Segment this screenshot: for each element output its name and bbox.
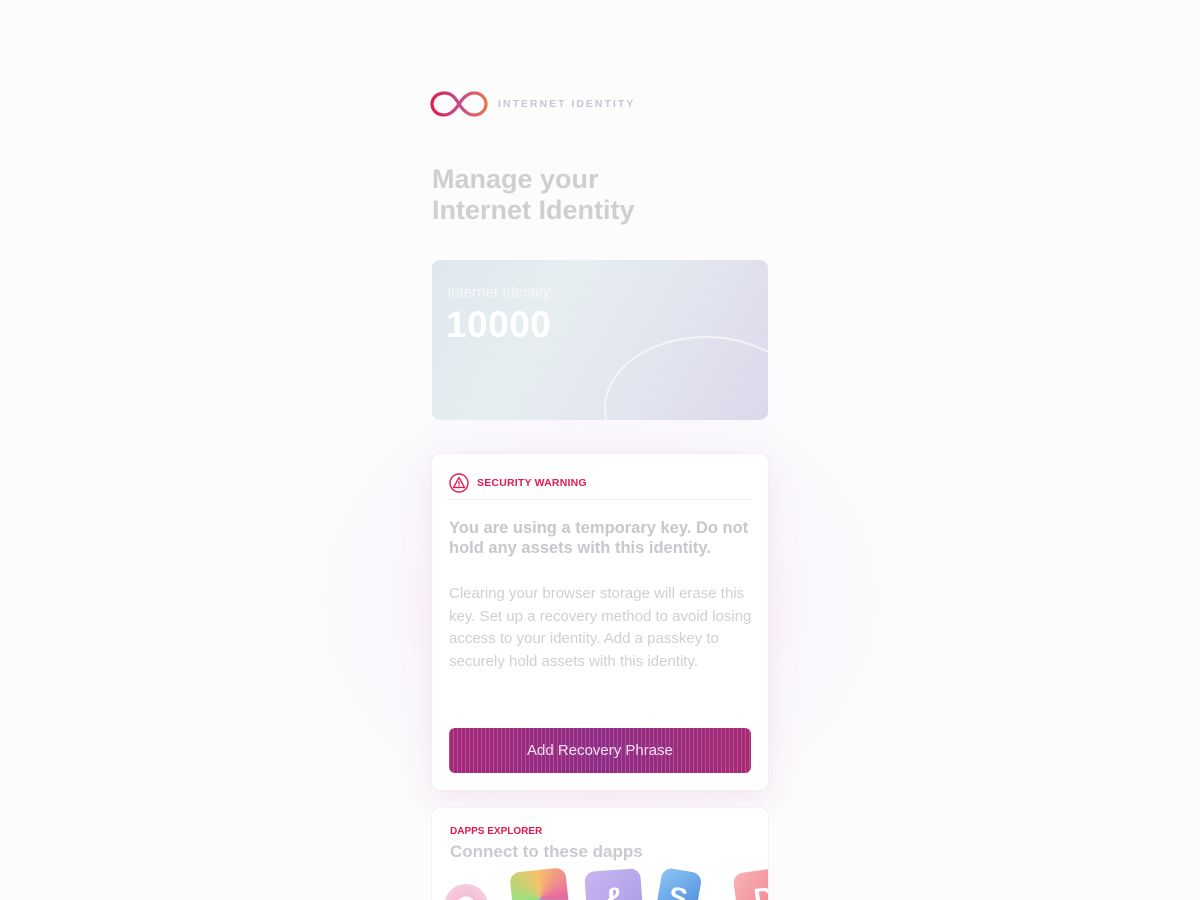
dapp-logo-icon[interactable] xyxy=(509,867,571,900)
add-recovery-phrase-button[interactable]: Add Recovery Phrase xyxy=(449,728,751,773)
dapps-explorer-tag: DAPPS EXPLORER xyxy=(450,826,543,837)
infinity-icon xyxy=(430,91,488,117)
dapp-glyph-icon: ℓ xyxy=(606,881,622,900)
dapp-logo-icon[interactable]: ℓ xyxy=(584,868,644,900)
identity-card: Internet Identity: 10000 xyxy=(432,260,768,420)
security-warning-tag: SECURITY WARNING xyxy=(477,477,587,489)
dapp-logo-icon[interactable] xyxy=(444,884,488,900)
identity-label: Internet Identity: xyxy=(447,284,555,301)
brand-text: INTERNET IDENTITY xyxy=(498,98,636,110)
page-title-line-1: Manage your xyxy=(432,164,599,194)
dapp-glyph-icon: S xyxy=(666,880,690,900)
page: INTERNET IDENTITY Manage your Internet I… xyxy=(0,0,1200,900)
brand-header[interactable]: INTERNET IDENTITY xyxy=(430,88,635,120)
dapps-explorer-card: DAPPS EXPLORER Connect to these dapps ℓ … xyxy=(432,808,768,900)
page-title: Manage your Internet Identity xyxy=(432,164,635,226)
dapps-explorer-title: Connect to these dapps xyxy=(450,842,643,861)
security-warning-header: SECURITY WARNING xyxy=(449,467,751,500)
identity-number: 10000 xyxy=(446,304,552,345)
page-title-line-2: Internet Identity xyxy=(432,195,635,225)
security-warning-body: Clearing your browser storage will erase… xyxy=(449,585,752,670)
dapp-logo-icon[interactable]: S xyxy=(653,866,703,900)
dapp-glyph-icon: D xyxy=(751,880,768,900)
dapp-logo-icon[interactable]: D xyxy=(732,866,768,900)
security-warning-card: SECURITY WARNING You are using a tempora… xyxy=(432,454,768,790)
warning-triangle-icon xyxy=(449,473,469,493)
card-decoration xyxy=(604,336,768,420)
security-warning-heading: You are using a temporary key. Do not ho… xyxy=(449,519,749,557)
